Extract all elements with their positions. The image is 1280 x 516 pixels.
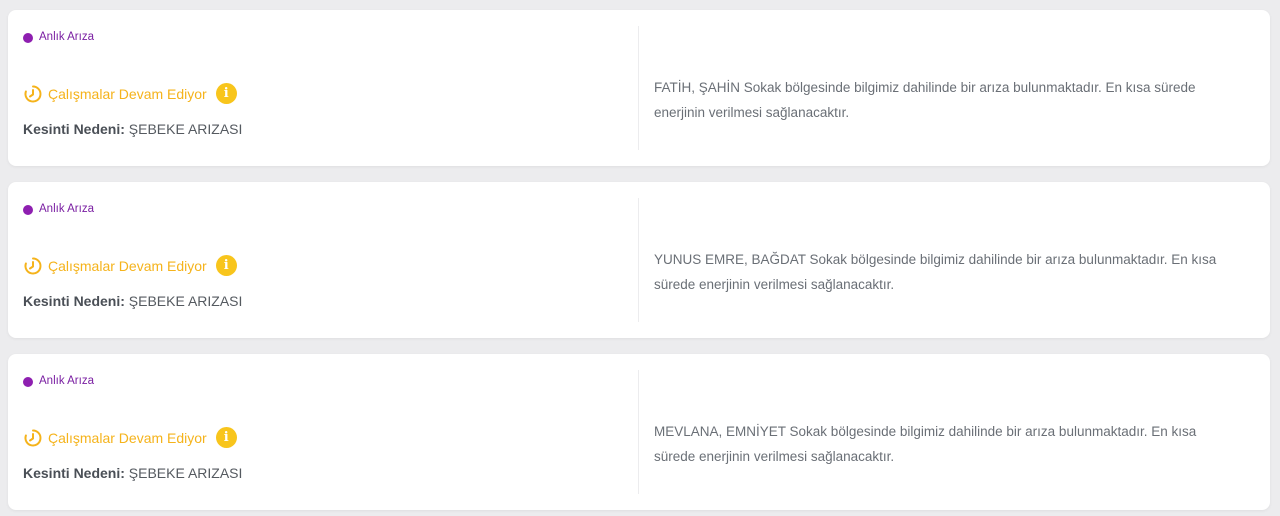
outage-reason: Kesinti Nedeni: ŞEBEKE ARIZASI xyxy=(23,121,242,137)
outage-reason: Kesinti Nedeni: ŞEBEKE ARIZASI xyxy=(23,293,242,309)
outage-type-label: Anlık Arıza xyxy=(39,202,94,215)
outage-card: Anlık Arıza Çalışmalar Devam Ediyor i Ke… xyxy=(8,10,1270,166)
outage-status: Çalışmalar Devam Ediyor i xyxy=(23,255,237,276)
outage-status: Çalışmalar Devam Ediyor i xyxy=(23,83,237,104)
outage-description: MEVLANA, EMNİYET Sokak bölgesinde bilgim… xyxy=(654,424,1197,464)
clock-icon xyxy=(24,429,42,446)
card-divider xyxy=(638,370,639,494)
info-icon[interactable]: i xyxy=(215,255,237,276)
outage-type-badge: Anlık Arıza xyxy=(23,202,94,215)
outage-reason: Kesinti Nedeni: ŞEBEKE ARIZASI xyxy=(23,465,242,481)
outage-reason-label: Kesinti Nedeni: xyxy=(23,293,125,309)
card-divider xyxy=(638,198,639,322)
dot-icon xyxy=(23,33,33,43)
outage-list: Anlık Arıza Çalışmalar Devam Ediyor i Ke… xyxy=(0,0,1280,516)
clock-icon xyxy=(24,85,42,102)
outage-type-label: Anlık Arıza xyxy=(39,374,94,387)
outage-reason-value: ŞEBEKE ARIZASI xyxy=(128,293,243,309)
outage-type-badge: Anlık Arıza xyxy=(23,30,94,43)
info-icon[interactable]: i xyxy=(215,427,237,448)
outage-description: YUNUS EMRE, BAĞDAT Sokak bölgesinde bilg… xyxy=(654,252,1217,292)
card-divider xyxy=(638,26,639,150)
info-icon[interactable]: i xyxy=(215,83,237,104)
outage-card-summary: Anlık Arıza Çalışmalar Devam Ediyor i Ke… xyxy=(8,182,638,338)
clock-icon xyxy=(24,257,42,274)
outage-status-label: Çalışmalar Devam Ediyor xyxy=(48,257,207,274)
outage-card: Anlık Arıza Çalışmalar Devam Ediyor i Ke… xyxy=(8,354,1270,510)
dot-icon xyxy=(23,205,33,215)
outage-reason-value: ŞEBEKE ARIZASI xyxy=(128,121,243,137)
outage-type-label: Anlık Arıza xyxy=(39,30,94,43)
outage-status-label: Çalışmalar Devam Ediyor xyxy=(48,429,207,446)
outage-description: FATİH, ŞAHİN Sokak bölgesinde bilgimiz d… xyxy=(654,80,1196,120)
outage-status-label: Çalışmalar Devam Ediyor xyxy=(48,85,207,102)
outage-card-summary: Anlık Arıza Çalışmalar Devam Ediyor i Ke… xyxy=(8,354,638,510)
outage-card-summary: Anlık Arıza Çalışmalar Devam Ediyor i Ke… xyxy=(8,10,638,166)
outage-type-badge: Anlık Arıza xyxy=(23,374,94,387)
outage-reason-label: Kesinti Nedeni: xyxy=(23,121,125,137)
dot-icon xyxy=(23,377,33,387)
outage-reason-value: ŞEBEKE ARIZASI xyxy=(128,465,243,481)
outage-status: Çalışmalar Devam Ediyor i xyxy=(23,427,237,448)
outage-card: Anlık Arıza Çalışmalar Devam Ediyor i Ke… xyxy=(8,182,1270,338)
outage-reason-label: Kesinti Nedeni: xyxy=(23,465,125,481)
